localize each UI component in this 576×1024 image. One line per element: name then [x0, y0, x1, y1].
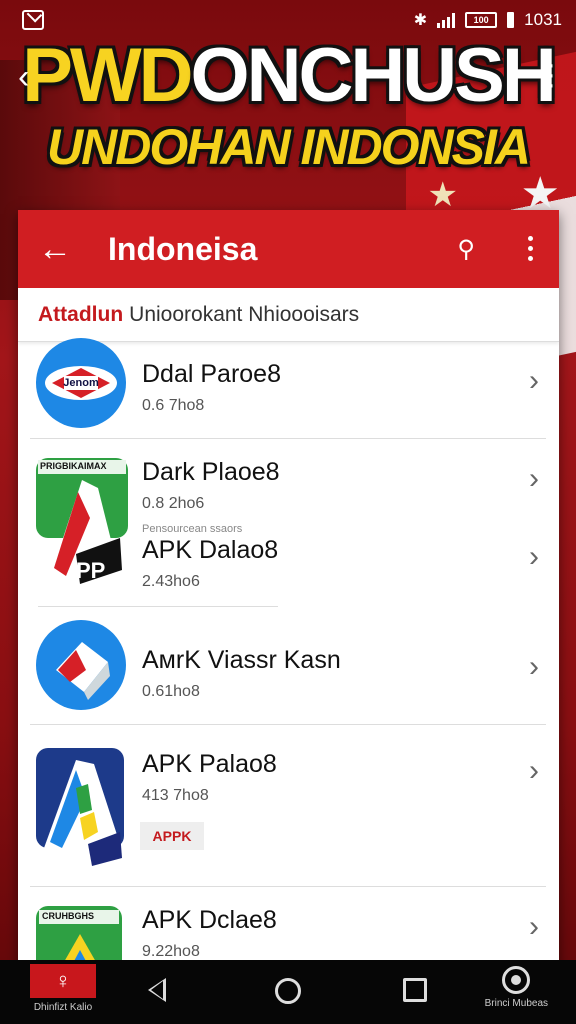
back-nav-icon[interactable] [148, 978, 166, 1002]
overflow-menu-icon[interactable] [528, 236, 533, 261]
list-item[interactable]: Dark Plaoe8 0.8 2ho6 Pensourcean ssaors … [18, 440, 559, 535]
search-icon[interactable]: ⚲ [457, 235, 475, 264]
chevron-right-icon: › [529, 462, 539, 495]
gear-icon [502, 966, 531, 994]
banner-title: PWDONCHUSH [22, 33, 557, 118]
app-meta: 9.22ho8 [142, 943, 200, 960]
toolbar-title: Indoneisa [108, 230, 258, 267]
list-item[interactable]: APK Palao8 413 7ho8 APPK › [18, 726, 559, 884]
app-icon: Jenom [36, 338, 126, 428]
mail-notification-icon [22, 10, 44, 30]
chevron-right-icon: › [529, 910, 539, 943]
home-app-shortcut[interactable]: ♀ Dhinfizt Kalio [30, 964, 96, 1013]
star-icon: ★ [427, 176, 458, 214]
home-nav-icon[interactable] [275, 978, 301, 1004]
app-name: AмrK Viassr Kasn [142, 646, 341, 674]
chevron-right-icon: › [529, 540, 539, 573]
app-meta: 0.6 7ho8 [142, 397, 205, 414]
apk-badge: APPK [140, 822, 204, 850]
clock: 1031 [524, 10, 562, 29]
app-icon [36, 620, 126, 710]
overflow-menu-icon[interactable]: · · · [546, 50, 556, 100]
list-item[interactable]: CRUHBGHS APK Dclae8 9.22ho8 › [18, 888, 559, 970]
app-meta: 0.8 2ho6 [142, 495, 205, 512]
list-item[interactable]: AмrK Viassr Kasn 0.61ho8 › [18, 610, 559, 722]
settings-shortcut[interactable]: Brinci Mubeas [485, 966, 548, 1009]
app-meta: 0.61ho8 [142, 683, 200, 700]
back-arrow-icon[interactable]: ‹ [18, 58, 29, 97]
app-meta: 2.43ho6 [142, 573, 200, 590]
app-logo-icon: ♀ [30, 964, 96, 998]
app-name: Ddal Paroe8 [142, 360, 281, 388]
section-header: Attadlun Unioorokant Nhioooisars [18, 288, 559, 342]
chevron-right-icon: › [529, 650, 539, 683]
banner-subtitle: UNDOHAN INDONSIA [47, 119, 531, 175]
app-toolbar: ← Indoneisa ⚲ [18, 210, 559, 288]
battery-icon: 100 [465, 12, 498, 28]
list-item[interactable]: APK Dalao8 2.43ho6 › [18, 532, 559, 607]
vibrate-icon: ✱ [413, 12, 428, 29]
app-icon [36, 748, 128, 868]
battery-level-icon [507, 12, 515, 28]
recents-nav-icon[interactable] [403, 978, 427, 1002]
signal-icon [437, 12, 456, 28]
back-arrow-icon[interactable]: ← [38, 230, 108, 269]
list-item[interactable]: Jenom Ddal Paroe8 0.6 7ho8 › [18, 338, 559, 437]
status-bar: ✱ 100 1031 [0, 0, 576, 40]
app-meta: 413 7ho8 [142, 787, 209, 804]
app-name: APK Palao8 [142, 750, 277, 778]
navigation-bar: ♀ Dhinfizt Kalio Brinci Mubeas [0, 960, 576, 1024]
app-name: APK Dalao8 [142, 536, 279, 564]
app-name: Dark Plaoe8 [142, 458, 280, 486]
chevron-right-icon: › [529, 364, 539, 397]
chevron-right-icon: › [529, 754, 539, 787]
app-window: ← Indoneisa ⚲ Attadlun Unioorokant Nhioo… [18, 210, 559, 970]
app-name: APK Dclae8 [142, 906, 277, 934]
